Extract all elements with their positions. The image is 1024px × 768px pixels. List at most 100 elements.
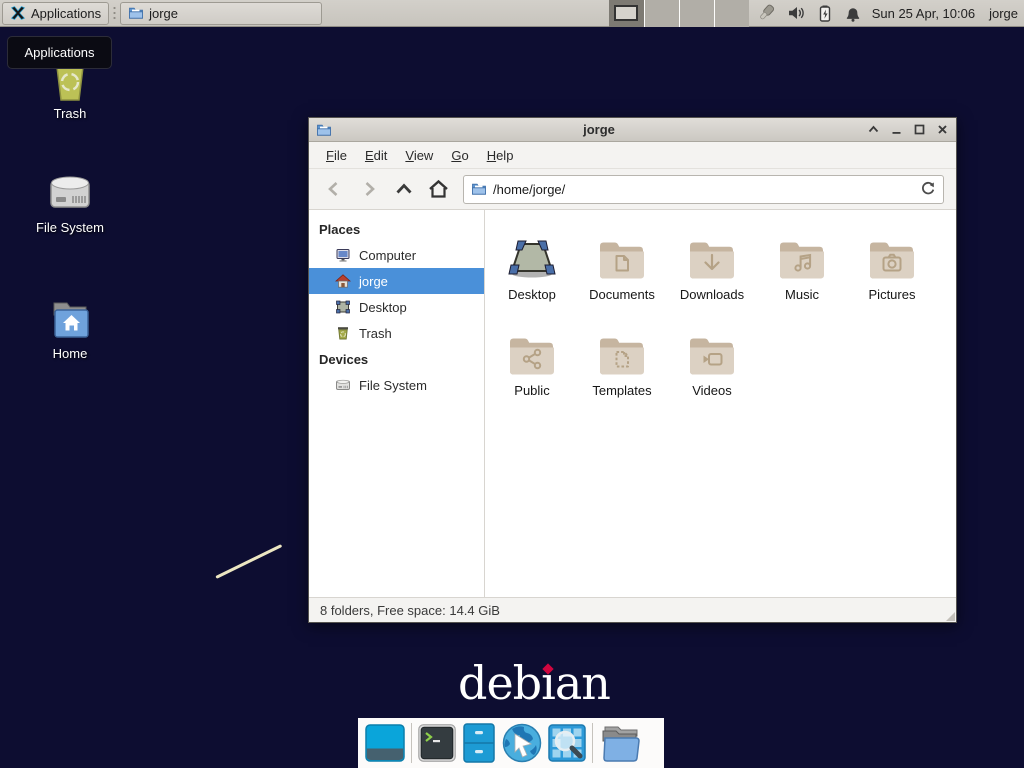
sidebar-item-file-system[interactable]: File System [309, 372, 484, 398]
debian-logo-text: deb [458, 656, 541, 710]
directory-menu-icon[interactable] [599, 723, 643, 763]
sidebar-item-label: Trash [359, 326, 392, 341]
file-item-label: Documents [589, 287, 655, 302]
volume-icon[interactable] [787, 4, 806, 22]
workspace-3[interactable] [679, 0, 714, 27]
file-item-documents[interactable]: Documents [577, 223, 667, 319]
workspace-1[interactable] [609, 0, 644, 27]
xorg-x-icon [10, 5, 26, 21]
menubar: File Edit View Go Help [309, 142, 956, 169]
sidebar-item-label: File System [359, 378, 427, 393]
workspace-4[interactable] [714, 0, 749, 27]
folder-icon [128, 5, 144, 21]
menu-go[interactable]: Go [442, 144, 477, 167]
dock-separator [411, 723, 412, 763]
maximize-icon[interactable] [912, 123, 926, 137]
window-title: jorge [332, 122, 866, 137]
app-finder-icon[interactable] [548, 724, 586, 762]
sidebar-item-label: Computer [359, 248, 416, 263]
reload-icon[interactable] [920, 181, 936, 197]
sidebar-places-header: Places [309, 216, 484, 242]
menu-view[interactable]: View [396, 144, 442, 167]
window-titlebar[interactable]: jorge [309, 118, 956, 142]
taskbar-window-label: jorge [149, 6, 178, 21]
menu-file[interactable]: File [317, 144, 356, 167]
home-folder-icon [22, 296, 118, 342]
sidebar-item-desktop[interactable]: Desktop [309, 294, 484, 320]
computer-icon [335, 247, 351, 263]
minimize-icon[interactable] [889, 123, 903, 137]
file-item-label: Templates [592, 383, 651, 398]
file-manager-window: jorge File Edit View Go Help [308, 117, 957, 623]
sidebar-item-trash[interactable]: Trash [309, 320, 484, 346]
file-item-videos[interactable]: Videos [667, 319, 757, 415]
location-input[interactable]: /home/jorge/ [493, 182, 914, 197]
debian-logo: debıan [458, 656, 610, 710]
file-item-label: Videos [692, 383, 732, 398]
system-tray [757, 3, 862, 23]
desktop-icon-file-system[interactable]: File System [22, 168, 118, 235]
workspace-window-preview [614, 5, 638, 21]
sidebar: Places Computer [309, 210, 485, 597]
web-browser-icon[interactable] [502, 723, 542, 763]
menu-edit[interactable]: Edit [356, 144, 396, 167]
workspace-switcher [609, 0, 749, 27]
desktop-icon-label: Home [22, 346, 118, 361]
sidebar-item-jorge[interactable]: jorge [309, 268, 484, 294]
dock-panel [358, 718, 664, 768]
power-adapter-icon[interactable] [757, 3, 777, 23]
file-item-label: Music [785, 287, 819, 302]
location-bar[interactable]: /home/jorge/ [463, 175, 944, 204]
applications-tooltip: Applications [7, 36, 112, 69]
close-icon[interactable] [935, 123, 949, 137]
statusbar-text: 8 folders, Free space: 14.4 GiB [320, 603, 500, 618]
forward-icon[interactable] [352, 174, 385, 204]
toolbar: /home/jorge/ [309, 169, 956, 210]
battery-charging-icon[interactable] [816, 4, 834, 23]
file-item-music[interactable]: Music [757, 223, 847, 319]
shade-icon[interactable] [866, 123, 880, 137]
file-item-public[interactable]: Public [487, 319, 577, 415]
trash-icon [335, 325, 351, 341]
folder-music-icon [778, 223, 826, 281]
desktop-line-artifact [215, 544, 282, 579]
panel-username[interactable]: jorge [989, 6, 1018, 21]
file-item-label: Pictures [869, 287, 916, 302]
file-item-pictures[interactable]: Pictures [847, 223, 937, 319]
up-icon[interactable] [387, 174, 420, 204]
file-view[interactable]: Desktop Documents [485, 210, 956, 597]
back-icon[interactable] [317, 174, 350, 204]
debian-logo-text: an [555, 656, 610, 710]
folder-downloads-icon [688, 223, 736, 281]
desktop-icon [508, 223, 556, 281]
harddisk-icon [22, 168, 118, 216]
show-desktop-icon[interactable] [365, 724, 405, 762]
file-item-desktop[interactable]: Desktop [487, 223, 577, 319]
file-item-downloads[interactable]: Downloads [667, 223, 757, 319]
folder-icon [316, 122, 332, 138]
terminal-icon[interactable] [418, 724, 456, 762]
folder-icon [471, 181, 487, 197]
sidebar-item-label: Desktop [359, 300, 407, 315]
applications-tooltip-text: Applications [24, 45, 94, 60]
dock-separator [592, 723, 593, 763]
folder-templates-icon [598, 319, 646, 377]
panel-clock[interactable]: Sun 25 Apr, 10:06 [872, 6, 975, 21]
top-panel: Applications jorge [0, 0, 1024, 27]
panel-handle[interactable] [112, 4, 117, 22]
applications-menu-button[interactable]: Applications [2, 2, 109, 25]
notifications-bell-icon[interactable] [844, 4, 862, 23]
desktop-icon-home[interactable]: Home [22, 296, 118, 361]
menu-help[interactable]: Help [478, 144, 523, 167]
file-item-templates[interactable]: Templates [577, 319, 667, 415]
desktop-icon [335, 299, 351, 315]
sidebar-item-label: jorge [359, 274, 388, 289]
file-cabinet-icon[interactable] [462, 723, 496, 763]
workspace-2[interactable] [644, 0, 679, 27]
resize-grip[interactable] [946, 612, 955, 621]
home-icon[interactable] [422, 174, 455, 204]
taskbar-window-button[interactable]: jorge [120, 2, 322, 25]
file-item-label: Desktop [508, 287, 556, 302]
sidebar-item-computer[interactable]: Computer [309, 242, 484, 268]
file-item-label: Public [514, 383, 549, 398]
